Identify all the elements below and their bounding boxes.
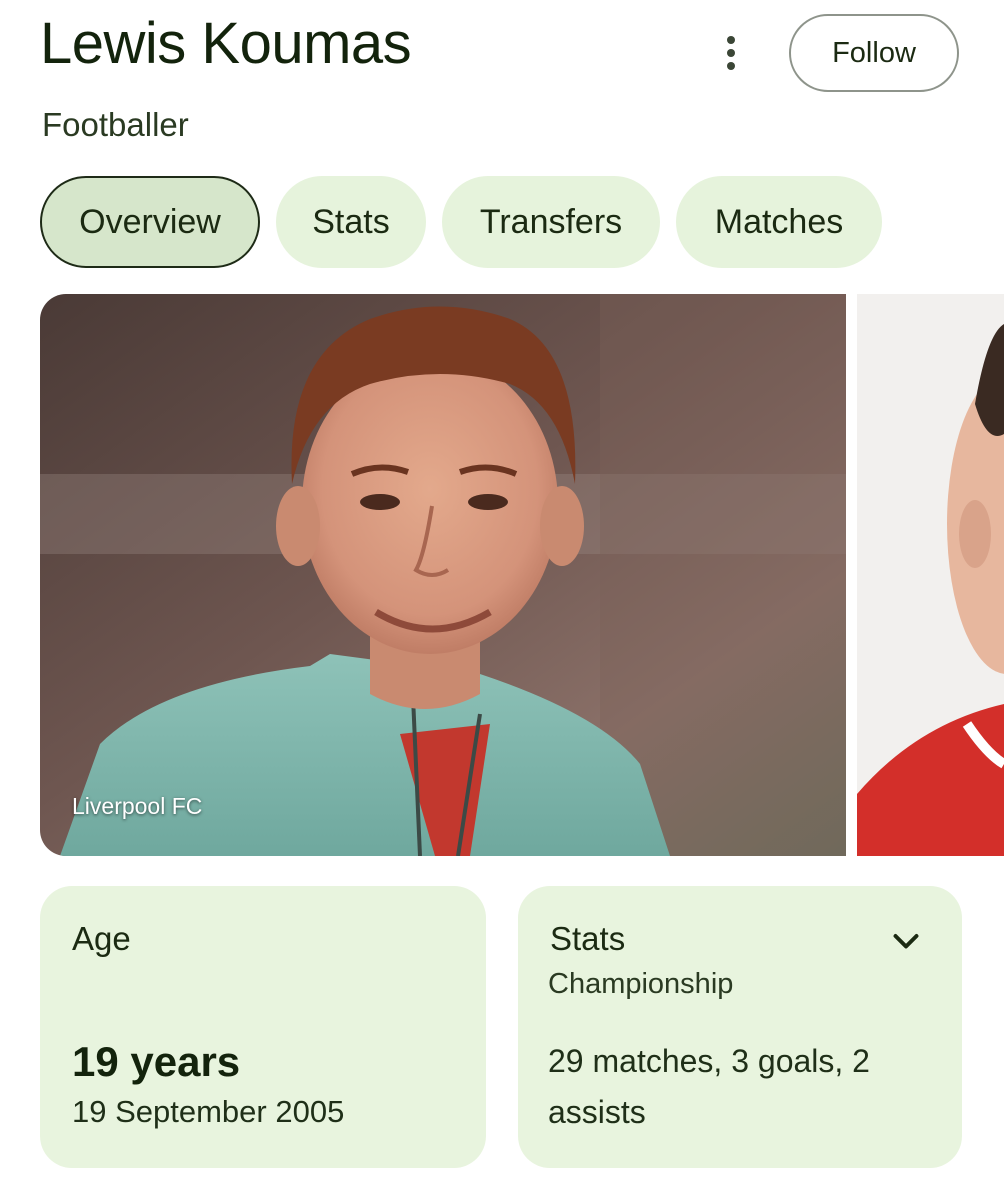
stats-card[interactable]: Stats Championship 29 matches, 3 goals, … <box>518 886 962 1168</box>
tab-bar: Overview Stats Transfers Matches <box>40 176 882 268</box>
player-photo-main[interactable]: Liverpool FC <box>40 294 846 856</box>
player-profile-page: Lewis Koumas Footballer Follow Overview … <box>0 0 1004 1200</box>
age-value: 19 years <box>72 1038 241 1085</box>
more-vertical-icon <box>727 36 735 70</box>
photo-caption: Liverpool FC <box>72 793 203 819</box>
player-photo-image <box>40 294 846 856</box>
page-title: Lewis Koumas <box>40 11 412 76</box>
tab-transfers[interactable]: Transfers <box>442 176 660 268</box>
age-label: Age <box>72 920 131 957</box>
tab-stats[interactable]: Stats <box>276 176 426 268</box>
page-subtitle: Footballer <box>42 106 189 143</box>
stats-label: Stats <box>550 920 626 957</box>
player-photo-next-image <box>857 294 1004 856</box>
birth-date: 19 September 2005 <box>72 1094 345 1129</box>
chevron-down-icon[interactable] <box>888 924 924 960</box>
tab-matches[interactable]: Matches <box>676 176 882 268</box>
age-card: Age 19 years 19 September 2005 <box>40 886 486 1168</box>
follow-button[interactable]: Follow <box>789 14 959 92</box>
stats-summary: 29 matches, 3 goals, 2 assists <box>548 1043 870 1130</box>
stats-competition: Championship <box>548 968 734 1000</box>
tab-overview[interactable]: Overview <box>40 176 260 268</box>
more-options-button[interactable] <box>708 30 754 76</box>
player-photo-next[interactable] <box>857 294 1004 856</box>
